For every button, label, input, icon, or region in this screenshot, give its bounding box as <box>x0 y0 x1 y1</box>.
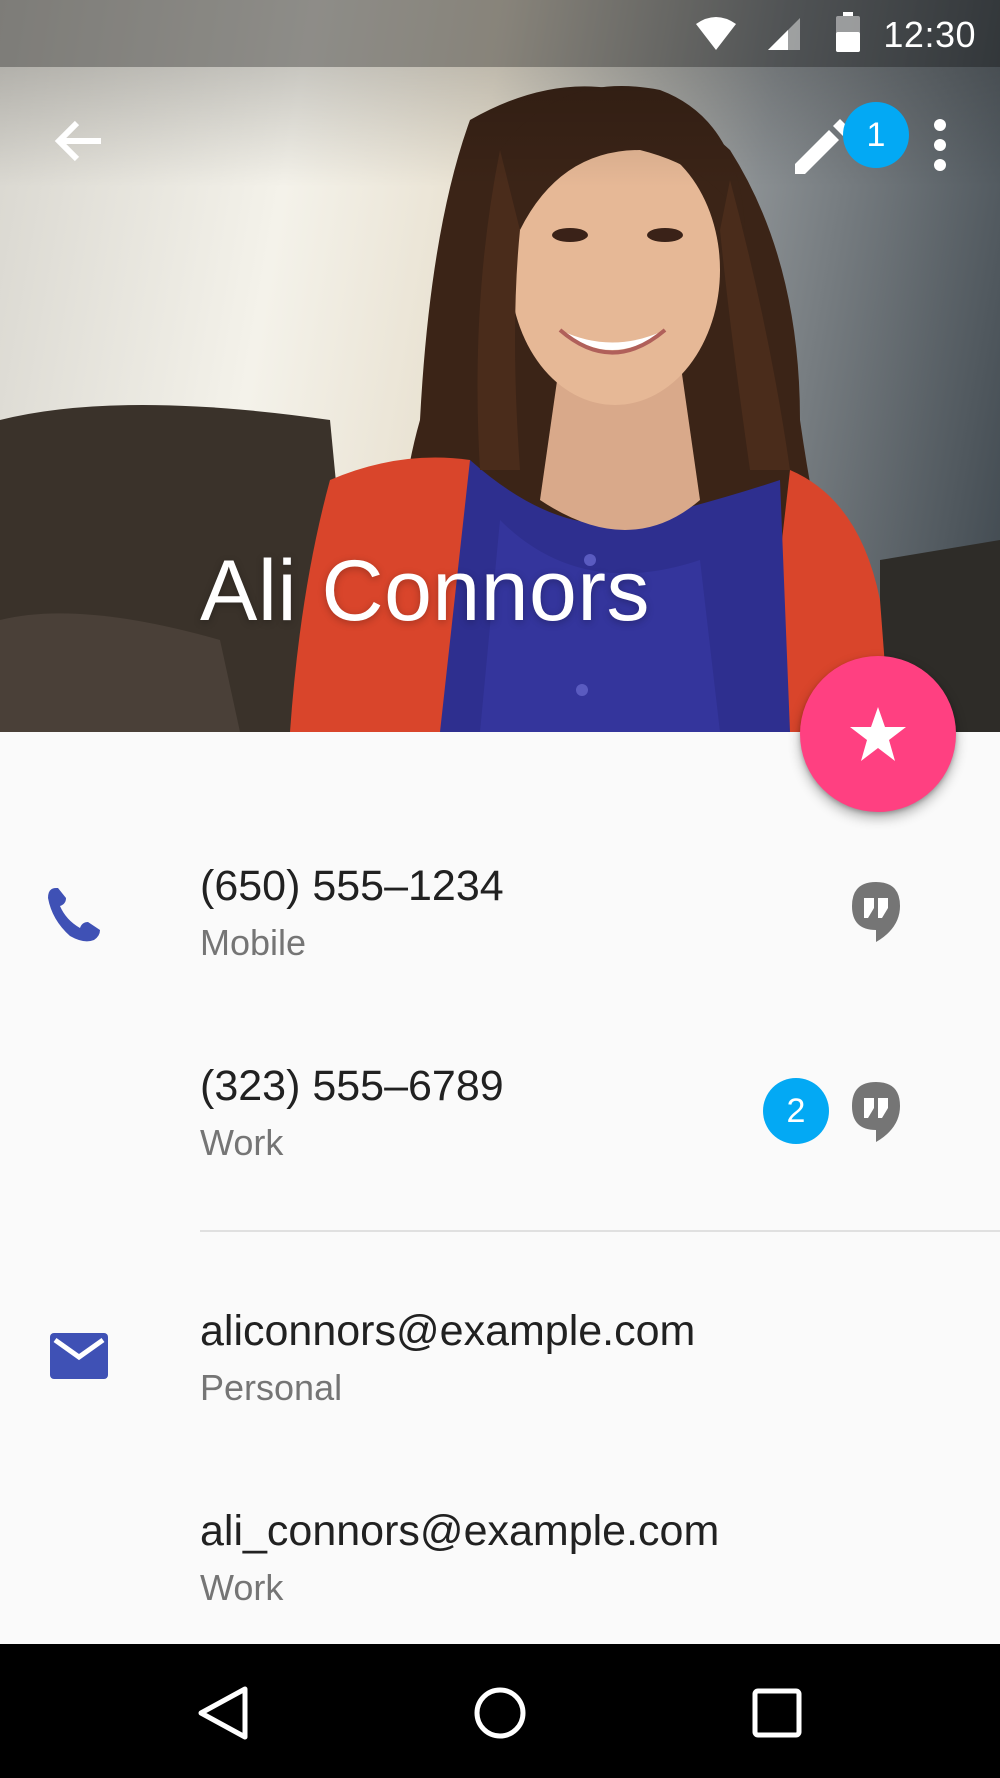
status-bar: 12:30 <box>0 0 1000 67</box>
battery-icon <box>836 12 860 52</box>
hangouts-icon[interactable] <box>850 1080 902 1144</box>
more-vert-icon[interactable] <box>918 112 962 182</box>
wifi-icon <box>696 17 736 50</box>
email-item[interactable]: ali_connors@example.com Work <box>0 1495 1000 1625</box>
nav-back-button[interactable] <box>178 1668 268 1758</box>
email-type: Work <box>200 1567 284 1608</box>
phone-item[interactable]: (323) 555–6789 Work <box>0 1050 1000 1180</box>
phone-type: Mobile <box>200 922 307 963</box>
phone-icon <box>48 888 100 942</box>
signal-icon <box>768 18 800 50</box>
phone-type: Work <box>200 1122 284 1163</box>
phone-number: (650) 555–1234 <box>200 862 504 910</box>
phone-number: (323) 555–6789 <box>200 1062 504 1110</box>
contact-photo-header: 12:30 1 Ali Connors <box>0 0 1000 732</box>
contact-detail-screen: 12:30 1 Ali Connors (650) 555–1234 Mobil… <box>0 0 1000 1778</box>
nav-recents-button[interactable] <box>732 1668 822 1758</box>
message-count-badge: 2 <box>763 1078 829 1144</box>
section-divider <box>200 1230 1000 1232</box>
phone-item[interactable]: (650) 555–1234 Mobile <box>0 850 1000 980</box>
email-address: aliconnors@example.com <box>200 1307 696 1355</box>
hangouts-icon[interactable] <box>850 880 902 944</box>
back-triangle-icon <box>198 1686 248 1740</box>
back-button[interactable] <box>40 103 116 179</box>
email-item[interactable]: aliconnors@example.com Personal <box>0 1295 1000 1425</box>
recents-square-icon <box>752 1688 802 1738</box>
navigation-bar <box>0 1644 1000 1778</box>
home-circle-icon <box>474 1687 526 1739</box>
star-icon <box>850 707 906 761</box>
email-address: ali_connors@example.com <box>200 1507 720 1555</box>
nav-home-button[interactable] <box>455 1668 545 1758</box>
contact-name: Ali Connors <box>200 543 651 639</box>
status-time: 12:30 <box>883 14 976 55</box>
notification-badge: 1 <box>843 102 909 168</box>
favorite-fab-button[interactable] <box>800 656 956 812</box>
email-type: Personal <box>200 1367 343 1408</box>
arrow-back-icon <box>54 120 101 162</box>
email-icon <box>50 1333 108 1379</box>
